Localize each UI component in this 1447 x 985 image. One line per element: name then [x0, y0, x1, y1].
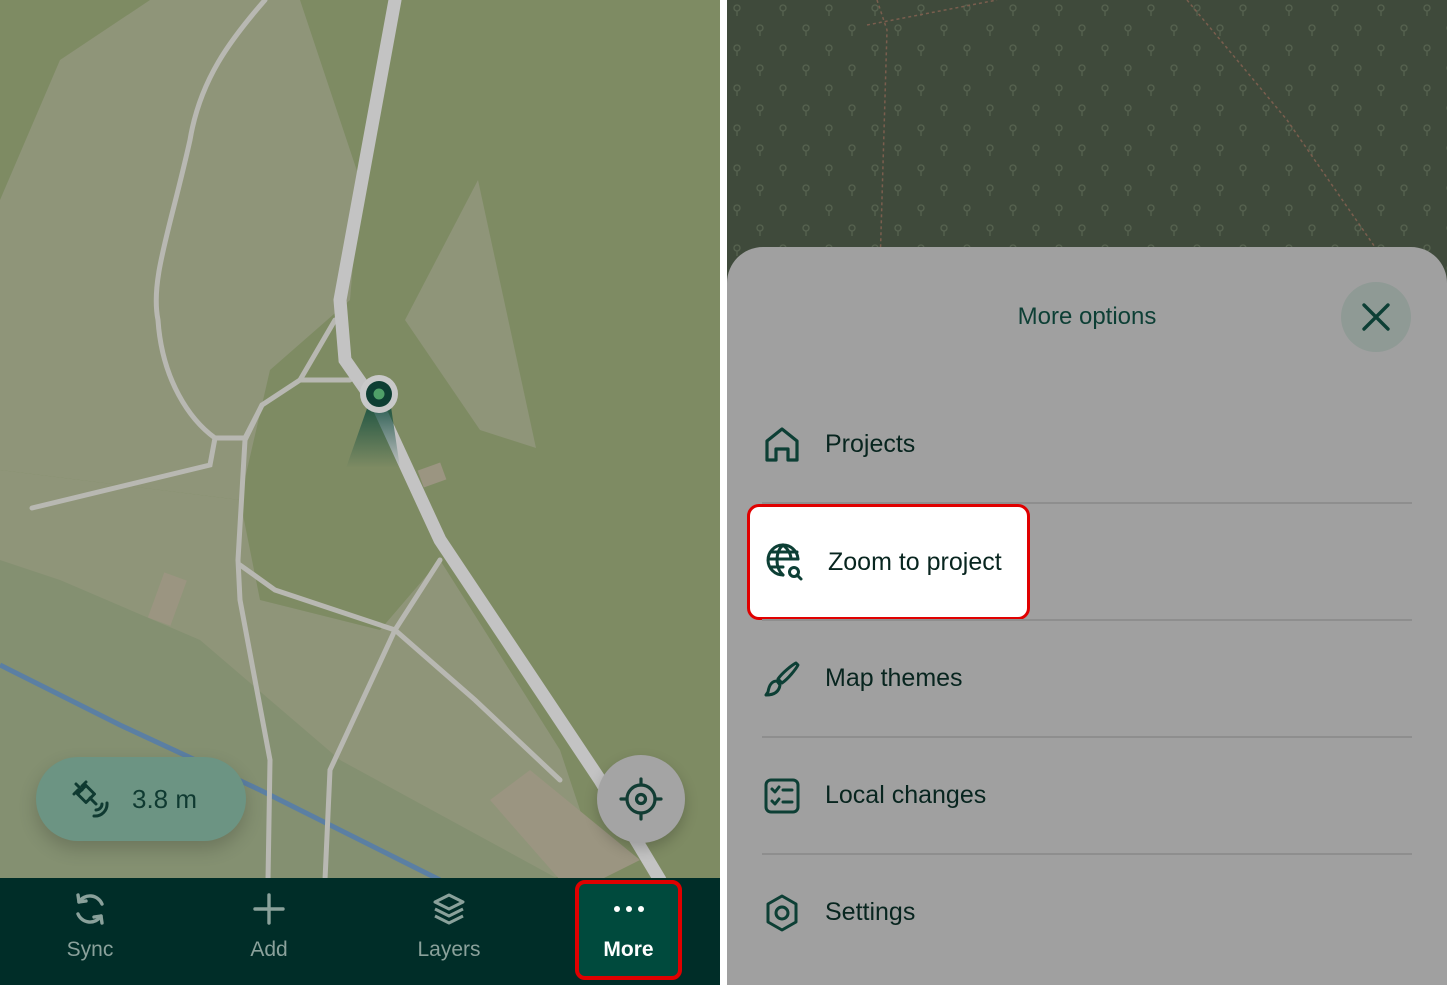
close-icon	[1362, 303, 1390, 331]
map-screen: 3.8 m Sync Add Layers More	[0, 0, 720, 985]
menu-label-zoom-to-project: Zoom to project	[828, 547, 1002, 576]
more-dots-icon	[613, 906, 644, 912]
menu-label-map-themes: Map themes	[825, 664, 963, 692]
add-button[interactable]: Add	[199, 878, 339, 985]
plus-icon	[253, 893, 285, 925]
menu-label-local-changes: Local changes	[825, 781, 987, 809]
more-button[interactable]: More	[575, 880, 682, 980]
sheet-title: More options	[1017, 303, 1157, 330]
layers-icon	[433, 893, 465, 925]
sync-label: Sync	[66, 938, 114, 961]
gps-accuracy-value: 3.8 m	[132, 783, 198, 814]
menu-item-zoom-to-project[interactable]: Zoom to project	[747, 504, 1030, 620]
checklist-icon	[764, 778, 800, 813]
more-options-sheet: More options Projects Zoom to project Ma…	[727, 247, 1447, 985]
menu-label-projects: Projects	[825, 430, 916, 458]
more-options-screen: More options Projects Zoom to project Ma…	[727, 0, 1447, 985]
center-on-location-button[interactable]	[597, 755, 685, 843]
map-canvas[interactable]	[0, 0, 720, 880]
menu-item-settings[interactable]: Settings	[762, 854, 1412, 971]
close-button[interactable]	[1341, 282, 1411, 352]
screen-divider	[720, 0, 727, 985]
layers-button[interactable]: Layers	[379, 878, 519, 985]
menu-item-local-changes[interactable]: Local changes	[762, 737, 1412, 854]
more-label: More	[603, 938, 654, 961]
gear-icon	[766, 894, 798, 931]
home-icon	[765, 426, 799, 462]
add-label: Add	[250, 938, 288, 961]
brush-icon	[764, 661, 800, 696]
gps-accuracy-indicator[interactable]: 3.8 m	[36, 757, 246, 841]
sync-icon	[76, 893, 104, 925]
satellite-icon	[72, 780, 109, 818]
crosshair-icon	[619, 777, 663, 821]
sync-button[interactable]: Sync	[20, 878, 160, 985]
menu-item-map-themes[interactable]: Map themes	[762, 620, 1412, 737]
globe-search-icon	[766, 543, 803, 581]
menu-label-settings: Settings	[825, 898, 916, 926]
layers-label: Layers	[417, 938, 481, 961]
bottom-navigation: Sync Add Layers More	[0, 878, 720, 985]
menu-item-projects[interactable]: Projects	[762, 386, 1412, 503]
